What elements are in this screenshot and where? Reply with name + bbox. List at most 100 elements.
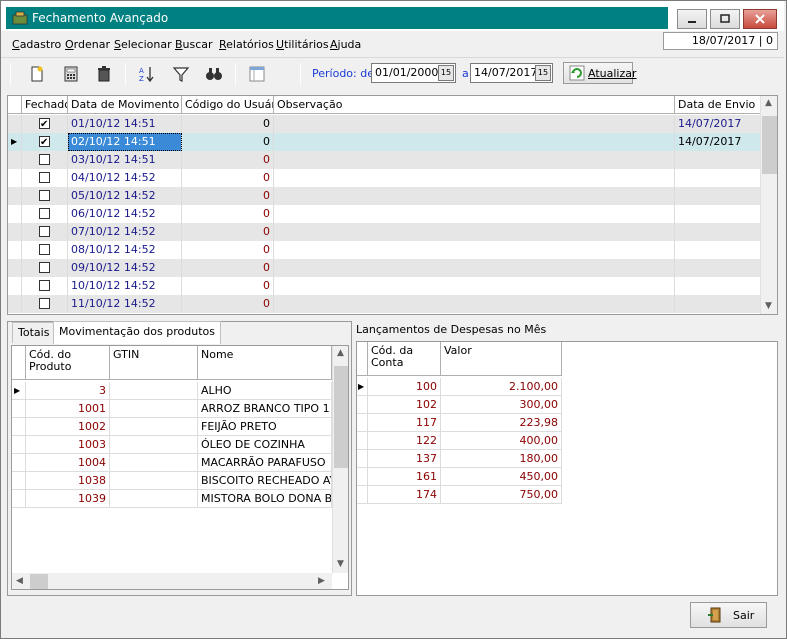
col-cod-produto[interactable]: Cód. do Produto: [26, 346, 110, 380]
table-row[interactable]: 01/10/12 14:510 14/07/2017: [8, 115, 761, 133]
table-row[interactable]: 07/10/12 14:52 0: [8, 223, 761, 241]
binoculars-icon[interactable]: [205, 65, 223, 83]
col-cod-conta[interactable]: Cód. da Conta: [368, 342, 441, 376]
table-row[interactable]: 06/10/12 14:52 0: [8, 205, 761, 223]
nome-cell: ALHO: [198, 382, 332, 400]
produtos-vscroll[interactable]: ▲ ▼: [332, 346, 348, 573]
filter-icon[interactable]: [172, 65, 190, 83]
minimize-button[interactable]: [677, 9, 707, 29]
hscroll-thumb[interactable]: [30, 574, 48, 589]
tab-movimentacao-produtos[interactable]: Movimentação dos produtos: [53, 321, 221, 344]
columns-icon[interactable]: [248, 65, 266, 83]
fechado-cell: [22, 277, 68, 295]
table-row[interactable]: ▶ 02/10/12 14:510 14/07/2017: [8, 133, 761, 151]
trash-icon[interactable]: [95, 65, 113, 83]
row-indicator-header: [8, 96, 22, 114]
table-row[interactable]: 11/10/12 14:52 0: [8, 295, 761, 313]
scroll-up-icon[interactable]: ▲: [337, 348, 344, 358]
scroll-right-icon[interactable]: ▶: [318, 576, 325, 586]
despesas-grid[interactable]: Cód. da Conta Valor ▶ 100 2.100,00 102 300,0…: [356, 341, 778, 596]
scroll-down-icon[interactable]: ▼: [337, 559, 344, 569]
table-row[interactable]: 05/10/12 14:52 0: [8, 187, 761, 205]
refresh-icon: [569, 65, 585, 81]
menu-buscar[interactable]: Buscar: [175, 38, 213, 51]
fechado-checkbox[interactable]: [39, 226, 50, 237]
col-gtin[interactable]: GTIN: [110, 346, 198, 380]
produtos-grid[interactable]: Cód. do Produto GTIN Nome ▶ 3 ALHO 1001 ARRO…: [11, 345, 349, 590]
valor-cell: 450,00: [441, 468, 562, 486]
menu-relatorios[interactable]: Relatórios: [219, 38, 274, 51]
window-title: Fechamento Avançado: [32, 11, 169, 25]
fechado-checkbox[interactable]: [39, 262, 50, 273]
calendar-to-icon[interactable]: 15: [535, 65, 551, 81]
table-row[interactable]: 1004 MACARRÃO PARAFUSO: [12, 454, 332, 472]
menu-selecionar[interactable]: Selecionar: [114, 38, 172, 51]
table-row[interactable]: 1003 ÓLEO DE COZINHA: [12, 436, 332, 454]
movimentos-vscroll[interactable]: ▲ ▼: [760, 96, 777, 314]
table-row[interactable]: 174 750,00: [357, 486, 562, 504]
table-row[interactable]: 102 300,00: [357, 396, 562, 414]
fechado-checkbox[interactable]: [39, 172, 50, 183]
atualizar-button[interactable]: Atualizar: [563, 62, 637, 84]
fechado-checkbox[interactable]: [39, 280, 50, 291]
row-indicator: [12, 418, 26, 436]
table-row[interactable]: 161 450,00: [357, 468, 562, 486]
row-indicator: [12, 472, 26, 490]
scroll-down-icon[interactable]: ▼: [765, 301, 772, 311]
data-movimento-cell: 04/10/12 14:52: [68, 169, 182, 187]
fechado-checkbox[interactable]: [39, 190, 50, 201]
cod-produto-cell: 1002: [26, 418, 110, 436]
sort-az-icon[interactable]: A Z: [138, 65, 156, 83]
maximize-button[interactable]: [710, 9, 740, 29]
gtin-cell: [110, 418, 198, 436]
produtos-hscroll[interactable]: ◀ ▶: [12, 573, 332, 589]
table-row[interactable]: 1039 MISTORA BOLO DONA BE: [12, 490, 332, 508]
table-row[interactable]: 137 180,00: [357, 450, 562, 468]
table-row[interactable]: ▶ 100 2.100,00: [357, 378, 562, 396]
table-row[interactable]: 1001 ARROZ BRANCO TIPO 1: [12, 400, 332, 418]
table-row[interactable]: 08/10/12 14:52 0: [8, 241, 761, 259]
table-row[interactable]: 122 400,00: [357, 432, 562, 450]
calendar-from-icon[interactable]: 15: [438, 65, 454, 81]
fechado-checkbox[interactable]: [39, 154, 50, 165]
cod-produto-cell: 1004: [26, 454, 110, 472]
table-row[interactable]: 117 223,98: [357, 414, 562, 432]
date-from-field[interactable]: 01/01/2000 15: [371, 63, 456, 83]
new-icon[interactable]: [28, 65, 46, 83]
fechado-checkbox[interactable]: [39, 208, 50, 219]
fechado-checkbox[interactable]: [39, 134, 50, 151]
calculator-icon[interactable]: [62, 65, 80, 83]
table-row[interactable]: 04/10/12 14:52 0: [8, 169, 761, 187]
scroll-thumb[interactable]: [762, 116, 777, 174]
menu-utilitarios[interactable]: Utilitários: [276, 38, 329, 51]
col-observacao[interactable]: Observação: [274, 96, 675, 114]
fechado-checkbox[interactable]: [39, 244, 50, 255]
data-movimento-cell: 03/10/12 14:51: [68, 151, 182, 169]
table-row[interactable]: 10/10/12 14:52 0: [8, 277, 761, 295]
col-data-movimento[interactable]: Data de Movimento: [68, 96, 182, 114]
tab-totais[interactable]: Totais: [12, 322, 56, 343]
fechado-checkbox[interactable]: [39, 298, 50, 309]
col-valor[interactable]: Valor: [441, 342, 562, 376]
menu-cadastro[interactable]: Cadastro: [12, 38, 61, 51]
fechado-checkbox[interactable]: [39, 116, 50, 133]
data-envio-cell: [675, 295, 761, 313]
table-row[interactable]: 09/10/12 14:52 0: [8, 259, 761, 277]
table-row[interactable]: 1002 FEIJÃO PRETO: [12, 418, 332, 436]
scroll-left-icon[interactable]: ◀: [16, 576, 23, 586]
movimentos-grid[interactable]: Fechado Data de Movimento Código do Usuá…: [7, 95, 778, 315]
table-row[interactable]: 03/10/12 14:51 0: [8, 151, 761, 169]
scroll-thumb[interactable]: [334, 366, 348, 468]
col-fechado[interactable]: Fechado: [22, 96, 68, 114]
scroll-up-icon[interactable]: ▲: [765, 98, 772, 108]
close-button[interactable]: [743, 9, 777, 29]
menu-ajuda[interactable]: Ajuda: [330, 38, 361, 51]
col-data-envio[interactable]: Data de Envio: [675, 96, 761, 114]
menu-ordenar[interactable]: Ordenar: [65, 38, 110, 51]
col-nome[interactable]: Nome: [198, 346, 332, 380]
table-row[interactable]: ▶ 3 ALHO: [12, 382, 332, 400]
table-row[interactable]: 1038 BISCOITO RECHEADO AYI: [12, 472, 332, 490]
sair-button[interactable]: Sair: [690, 602, 767, 628]
date-to-field[interactable]: 14/07/2017 15: [470, 63, 553, 83]
col-codigo-usuario[interactable]: Código do Usuário: [182, 96, 274, 114]
